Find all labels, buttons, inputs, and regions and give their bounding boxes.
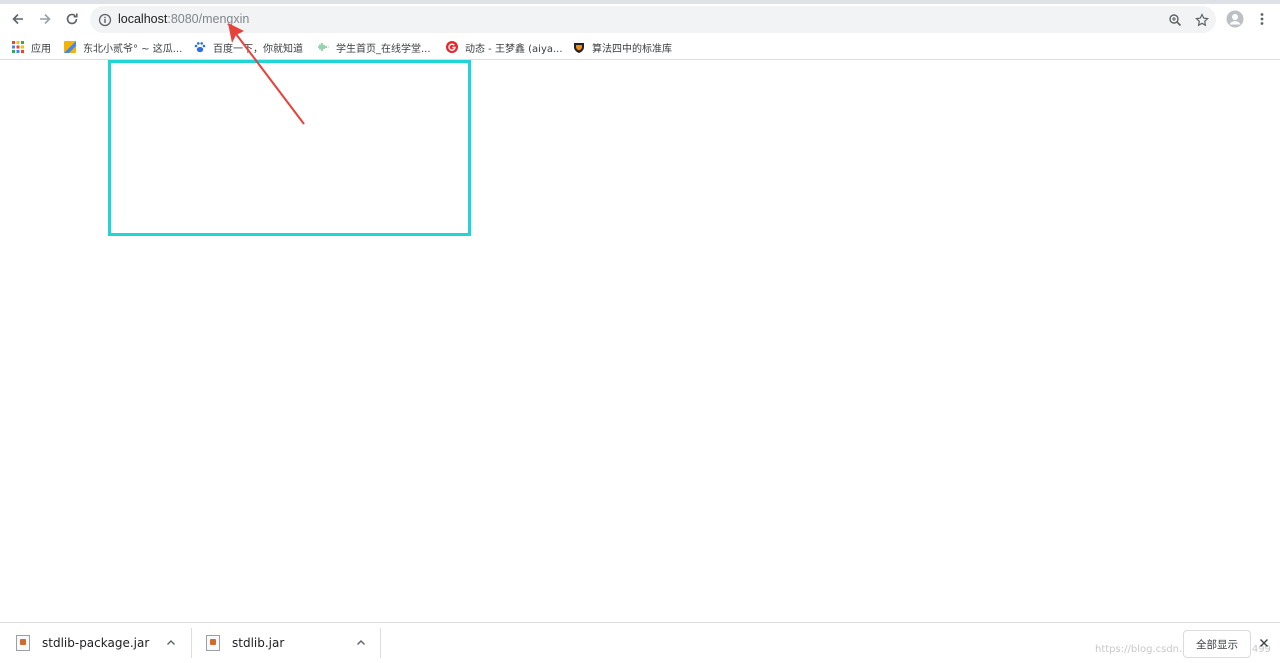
apps-grid-icon — [12, 41, 24, 53]
reload-button[interactable] — [60, 7, 84, 31]
bookmark-item[interactable]: 东北小贰爷° ~ 这瓜... — [64, 38, 182, 56]
download-item[interactable]: stdlib-package.jar — [16, 623, 186, 663]
red-g-icon — [446, 41, 458, 53]
download-options-button[interactable] — [164, 636, 178, 650]
url-path: :8080/mengxin — [167, 12, 250, 26]
back-arrow-icon — [12, 13, 23, 25]
star-icon — [1195, 13, 1209, 27]
jar-file-icon — [16, 635, 30, 651]
bookmark-apps[interactable]: 应用 — [12, 38, 51, 56]
menu-button[interactable] — [1250, 7, 1274, 31]
baidu-paw-icon — [194, 42, 206, 53]
bookmark-item[interactable]: 学生首页_在线学堂... — [317, 38, 431, 56]
site-info-button[interactable] — [96, 11, 114, 29]
crest-icon — [574, 43, 584, 53]
reload-icon — [66, 13, 78, 25]
zoom-icon — [1169, 14, 1182, 27]
address-bar[interactable]: localhost:8080/mengxin — [90, 6, 1216, 33]
bookmark-label: 东北小贰爷° ~ 这瓜... — [83, 43, 183, 55]
bookmark-star-button[interactable] — [1193, 11, 1211, 29]
more-icon — [1260, 13, 1264, 25]
bookmark-item[interactable]: 动态 - 王梦鑫 (aiya... — [446, 38, 563, 56]
download-options-button[interactable] — [354, 636, 368, 650]
chevron-up-icon — [357, 640, 365, 645]
download-filename: stdlib-package.jar — [42, 636, 150, 650]
info-icon — [98, 13, 112, 27]
bookmark-label: 百度一下，你就知道 — [213, 43, 303, 55]
page-content — [0, 60, 1280, 622]
bookmark-item[interactable]: 百度一下，你就知道 — [194, 38, 303, 56]
download-item[interactable]: stdlib.jar — [206, 623, 376, 663]
chevron-up-icon — [167, 640, 175, 645]
profile-button[interactable] — [1223, 7, 1247, 31]
download-filename: stdlib.jar — [232, 636, 285, 650]
close-icon — [1260, 639, 1268, 647]
jar-file-icon — [206, 635, 220, 651]
wave-icon — [318, 43, 329, 51]
profile-icon — [1226, 10, 1244, 28]
bookmark-label: 算法四中的标准库 — [592, 43, 672, 55]
url-host: localhost — [118, 12, 168, 26]
back-button[interactable] — [6, 7, 30, 31]
bookmark-label: 学生首页_在线学堂... — [336, 43, 431, 55]
zoom-button[interactable] — [1166, 11, 1184, 29]
download-shelf: stdlib-package.jar stdlib.jar https://bl… — [0, 622, 1280, 663]
yellow-square-icon — [64, 41, 76, 53]
show-all-button[interactable]: 全部显示 — [1183, 630, 1251, 658]
url-text[interactable]: localhost:8080/mengxin — [118, 11, 249, 28]
close-download-shelf-button[interactable] — [1256, 635, 1272, 651]
bookmark-item[interactable]: 算法四中的标准库 — [573, 38, 672, 56]
browser-toolbar: localhost:8080/mengxin — [0, 4, 1280, 35]
bookmark-label: 应用 — [31, 43, 51, 55]
divider — [191, 628, 192, 658]
bookmark-label: 动态 - 王梦鑫 (aiya... — [465, 43, 563, 55]
bookmarks-bar: 应用 东北小贰爷° ~ 这瓜... 百度一下，你就知道 学生首页_在线学堂...… — [0, 35, 1280, 60]
highlight-box — [108, 60, 471, 236]
forward-arrow-icon — [40, 13, 51, 25]
forward-button[interactable] — [33, 7, 57, 31]
divider — [380, 628, 381, 658]
